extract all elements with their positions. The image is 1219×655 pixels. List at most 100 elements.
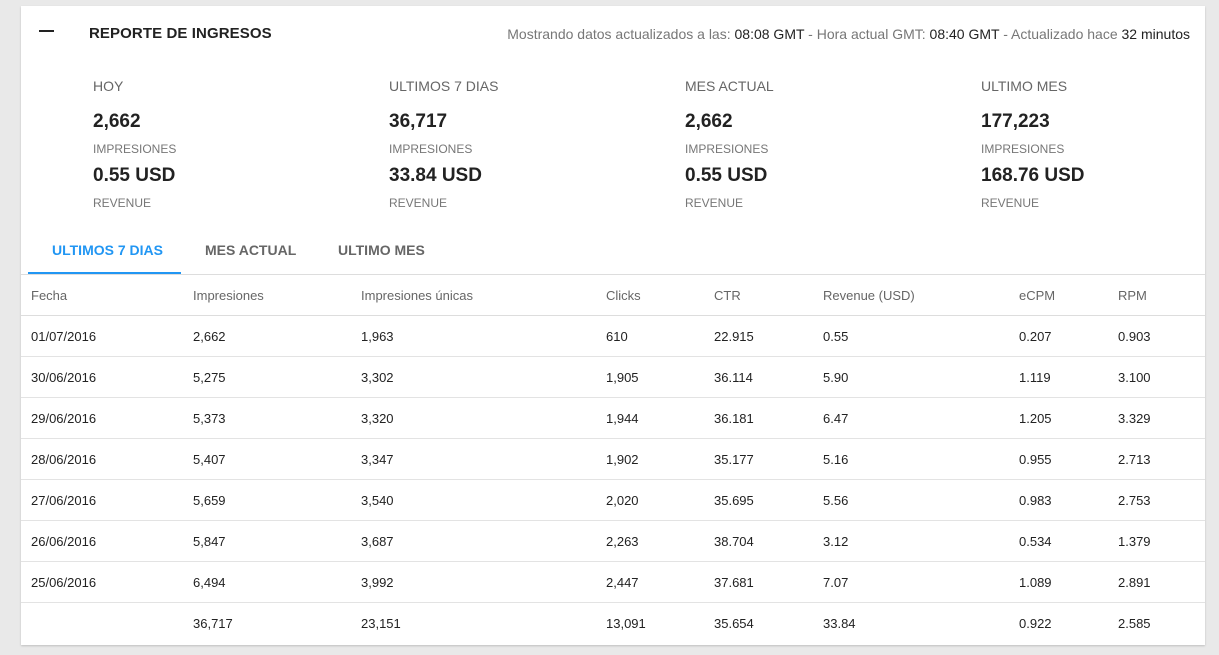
table-cell: 5,275 [193,356,361,398]
table-cell: 0.983 [1019,479,1118,521]
stat-impressions: 36,717 [389,111,448,132]
table-cell: 1,944 [606,397,714,439]
table-cell: 5,373 [193,397,361,439]
table-cell: 1,905 [606,356,714,398]
table-cell: 0.903 [1118,315,1205,357]
tab-current-month[interactable]: MES ACTUAL [181,228,314,274]
stat-revenue-label: REVENUE [981,196,1040,210]
minutes-ago: 32 minutos [1121,26,1190,42]
table-cell: 2.713 [1118,438,1205,480]
stat-revenue-label: REVENUE [93,196,152,210]
table-cell: 2,447 [606,561,714,603]
table-cell: 610 [606,315,714,357]
table-cell: 23,151 [361,615,401,631]
table-cell: 3,687 [361,520,606,562]
stat-impressions-label: IMPRESIONES [389,142,473,156]
table-cell: 37.681 [714,561,823,603]
table-cell: 3,320 [361,397,606,439]
current-time: 08:40 GMT [929,26,1000,42]
column-header: Impresiones [193,275,361,316]
table-cell: 5,407 [193,438,361,480]
table-cell: 3,302 [361,356,606,398]
column-header: eCPM [1019,275,1118,316]
stat-impressions-label: IMPRESIONES [981,142,1065,156]
column-header: Fecha [21,275,193,316]
stat-label: MES ACTUAL [685,78,774,94]
table-cell: 5,659 [193,479,361,521]
table-cell: 22.915 [714,315,823,357]
table-cell [21,603,193,644]
table-cell: 2.891 [1118,561,1205,603]
table-cell: 28/06/2016 [21,438,193,480]
table-cell: 36,717 [193,615,233,631]
table-cell: 36.114 [714,356,823,398]
stat-revenue: 168.76 USD [981,165,1085,186]
table-row: 30/06/2016 5,275 3,302 1,905 36.114 5.90 1.119… [21,356,1205,398]
stat-label: ULTIMO MES [981,78,1068,94]
status-mid: - Hora actual GMT: [804,26,930,42]
stat-revenue-label: REVENUE [389,196,448,210]
tab-label: MES ACTUAL [205,242,297,258]
table-cell: 30/06/2016 [21,356,193,398]
stat-impressions: 2,662 [685,111,733,132]
tab-last-7-days[interactable]: ULTIMOS 7 DIAS [28,228,181,274]
updated-time: 08:08 GMT [734,26,805,42]
table-cell: 7.07 [823,561,1019,603]
table-cell: 0.55 [823,315,1019,357]
tab-label: ULTIMOS 7 DIAS [52,242,163,258]
table-cell: 2.753 [1118,479,1205,521]
table-cell: 6,494 [193,561,361,603]
table-cell: 2,662 [193,315,361,357]
table-cell: 5,847 [193,520,361,562]
table-cell: 3,540 [361,479,606,521]
column-header: CTR [714,275,823,316]
table-cell: 26/06/2016 [21,520,193,562]
table-cell: 01/07/2016 [21,315,193,357]
stat-revenue: 0.55 USD [685,165,768,186]
tab-label: ULTIMO MES [338,242,425,258]
table-cell: 1.205 [1019,397,1118,439]
table-cell: 33.84 [823,615,856,631]
collapse-icon[interactable] [37,20,59,42]
table-cell: 5.56 [823,479,1019,521]
table-cell: 29/06/2016 [21,397,193,439]
status-prefix: Mostrando datos actualizados a las: [507,26,735,42]
column-header: Clicks [606,275,714,316]
table-cell: 3.329 [1118,397,1205,439]
table-cell: 1,963 [361,315,606,357]
table-cell: 5.90 [823,356,1019,398]
totals-row: 36,717 23,151 13,091 35.654 33.84 0.922 2.585 [21,603,1205,644]
table-cell: 35.654 [714,615,754,631]
income-report-card: REPORTE DE INGRESOS Mostrando datos actu… [21,6,1205,645]
table-cell: 36.181 [714,397,823,439]
table-cell: 1,902 [606,438,714,480]
table-cell: 35.177 [714,438,823,480]
stat-impressions-label: IMPRESIONES [93,142,177,156]
stat-impressions: 2,662 [93,111,141,132]
table-row: 27/06/2016 5,659 3,540 2,020 35.695 5.56 0.983… [21,479,1205,521]
table-cell: 3,347 [361,438,606,480]
column-header: Impresiones únicas [361,275,606,316]
report-header: REPORTE DE INGRESOS Mostrando datos actu… [21,6,1205,64]
table-cell: 25/06/2016 [21,561,193,603]
stat-revenue: 0.55 USD [93,165,176,186]
table-cell: 38.704 [714,520,823,562]
stat-revenue-label: REVENUE [685,196,744,210]
stat-revenue: 33.84 USD [389,165,482,186]
table-row: 28/06/2016 5,407 3,347 1,902 35.177 5.16 0.955… [21,438,1205,480]
table-cell: 3,992 [361,561,606,603]
stat-label: ULTIMOS 7 DIAS [389,78,499,94]
table-cell: 1.119 [1019,356,1118,398]
table-cell: 1.379 [1118,520,1205,562]
table-row: 25/06/2016 6,494 3,992 2,447 37.681 7.07 1.089… [21,561,1205,603]
table-cell: 27/06/2016 [21,479,193,521]
table-header-row: Fecha Impresiones Impresiones únicas Cli… [21,275,1205,316]
stat-label: HOY [93,78,124,94]
table-cell: 2,020 [606,479,714,521]
table-row: 26/06/2016 5,847 3,687 2,263 38.704 3.12 0.534… [21,520,1205,562]
tab-last-month[interactable]: ULTIMO MES [314,228,444,274]
table-cell: 5.16 [823,438,1019,480]
table-cell: 6.47 [823,397,1019,439]
table-cell: 0.955 [1019,438,1118,480]
table-cell: 13,091 [606,615,646,631]
